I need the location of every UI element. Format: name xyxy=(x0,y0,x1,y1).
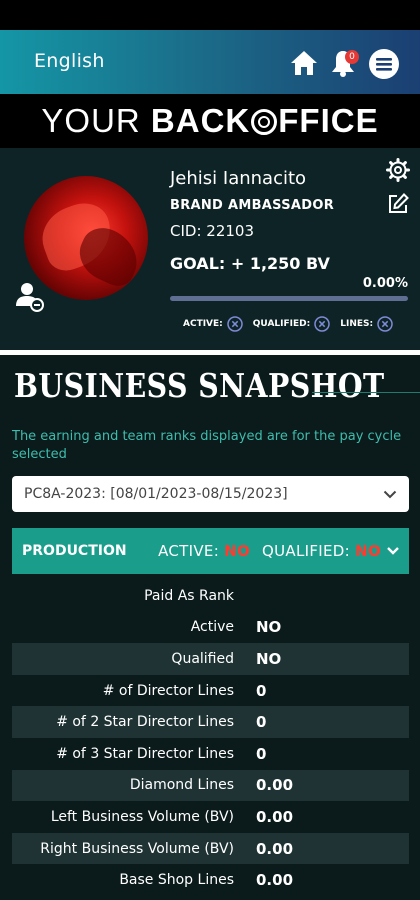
production-qualified-status: QUALIFIED: NO xyxy=(262,542,381,560)
lines-flag: LINES: xyxy=(340,316,393,332)
table-row: # of 3 Star Director Lines 0 xyxy=(56,744,267,763)
status-bar xyxy=(0,0,420,30)
goal-progress-percent: 0.00% xyxy=(362,276,408,291)
brand-logo: YOUR BACK FFICE xyxy=(41,102,379,139)
table-row: Right Business Volume (BV) 0.00 xyxy=(12,832,409,865)
goal-progress-bar xyxy=(170,296,408,301)
menu-icon[interactable] xyxy=(368,48,400,80)
profile-card: Jehisi Iannacito BRAND AMBASSADOR CID: 2… xyxy=(0,148,420,350)
close-circle-icon xyxy=(227,316,243,332)
user-rank: BRAND AMBASSADOR xyxy=(170,198,334,213)
section-description: The earning and team ranks displayed are… xyxy=(12,429,402,462)
chevron-down-icon xyxy=(387,547,399,555)
home-icon[interactable] xyxy=(289,48,319,78)
production-active-status: ACTIVE: NO xyxy=(158,542,251,560)
language-selector[interactable]: English xyxy=(34,50,105,72)
table-row: Left Business Volume (BV) 0.00 xyxy=(50,807,294,826)
section-title: BUSINESS SNAPSHOT xyxy=(14,366,385,405)
active-flag: ACTIVE: xyxy=(183,316,243,332)
section-divider xyxy=(0,350,420,355)
table-row: Qualified NO xyxy=(12,643,409,675)
table-row: Active NO xyxy=(190,618,282,637)
table-row: Diamond Lines 0.00 xyxy=(12,769,409,802)
production-table: Paid As Rank Active NO Qualified NO # of D… xyxy=(12,580,409,896)
table-row: Paid As Rank xyxy=(144,587,234,604)
title-underline xyxy=(312,392,420,393)
user-name: Jehisi Iannacito xyxy=(170,168,307,189)
goal-text: GOAL: + 1,250 BV xyxy=(170,254,330,273)
customer-id: CID: 22103 xyxy=(170,222,254,240)
status-flags: ACTIVE: QUALIFIED: LINES: xyxy=(183,316,403,332)
table-row: Base Shop Lines 0.00 xyxy=(119,871,294,890)
edit-icon[interactable] xyxy=(386,192,410,216)
notification-badge: 0 xyxy=(345,50,359,64)
top-bar: English 0 xyxy=(0,30,420,94)
pay-cycle-value: PC8A-2023: [08/01/2023-08/15/2023] xyxy=(24,486,288,502)
production-label: PRODUCTION xyxy=(22,543,127,559)
table-row: # of 2 Star Director Lines 0 xyxy=(12,706,409,738)
close-circle-icon xyxy=(377,316,393,332)
brand-banner: YOUR BACK FFICE xyxy=(0,94,420,148)
pay-cycle-select[interactable]: PC8A-2023: [08/01/2023-08/15/2023] xyxy=(12,476,409,512)
account-switch-icon[interactable] xyxy=(14,280,44,312)
production-accordion-header[interactable]: PRODUCTION ACTIVE: NO QUALIFIED: NO xyxy=(12,528,409,574)
table-row: # of Director Lines 0 xyxy=(102,681,267,700)
qualified-flag: QUALIFIED: xyxy=(253,316,330,332)
gear-icon[interactable] xyxy=(386,158,410,182)
close-circle-icon xyxy=(314,316,330,332)
chevron-down-icon xyxy=(383,490,397,498)
